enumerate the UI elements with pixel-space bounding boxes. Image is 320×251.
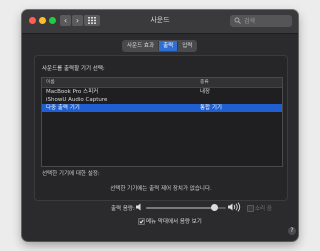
show-volume-in-menubar-label: 메뉴 막대에서 음량 보기: [146, 219, 202, 225]
checkmark-icon: [139, 219, 144, 224]
speaker-high-icon: [228, 202, 241, 212]
volume-slider[interactable]: [146, 204, 226, 211]
search-icon: [234, 17, 241, 24]
device-table[interactable]: 이름 종류 MacBook Pro 스피커 내장 iShowU Audio Ca…: [41, 77, 283, 167]
device-name: 다중 출력 기기: [46, 105, 80, 111]
tab-output[interactable]: 출력: [158, 41, 178, 51]
sound-preferences-window: ‹ › 사운드 사운드 효과 출력 입력: [22, 10, 298, 241]
device-type: 통합 기기: [200, 105, 222, 111]
column-header-name[interactable]: 이름: [46, 78, 55, 87]
help-button[interactable]: ?: [288, 227, 296, 235]
device-name: iShowU Audio Capture: [46, 97, 108, 103]
mute-checkbox[interactable]: [247, 205, 254, 212]
output-volume-label: 출력 음량:: [111, 206, 135, 212]
volume-slider-fill: [146, 207, 214, 209]
search-input[interactable]: [244, 15, 288, 27]
section-label: 사운드를 출력할 기기 선택:: [42, 66, 105, 72]
device-type: 내장: [200, 89, 211, 95]
column-header-type[interactable]: 종류: [200, 78, 209, 87]
mute-label: 소리 끔: [255, 206, 272, 212]
speaker-low-icon: [136, 203, 141, 211]
table-row-selected[interactable]: 다중 출력 기기 통합 기기: [42, 104, 282, 112]
volume-slider-knob[interactable]: [210, 204, 218, 211]
tab-sound-effects[interactable]: 사운드 효과: [123, 41, 159, 51]
table-row[interactable]: iShowU Audio Capture: [42, 96, 282, 104]
show-volume-in-menubar-checkbox[interactable]: [138, 218, 145, 225]
question-mark-icon: ?: [290, 227, 294, 234]
device-name: MacBook Pro 스피커: [46, 89, 99, 95]
tab-bar: 사운드 효과 출력 입력: [122, 40, 198, 52]
search-field[interactable]: [230, 15, 292, 27]
tab-input[interactable]: 입력: [177, 41, 197, 51]
output-panel: 사운드를 출력할 기기 선택: 이름 종류 MacBook Pro 스피커 내장…: [34, 55, 296, 235]
title-bar: ‹ › 사운드: [22, 10, 298, 34]
table-row[interactable]: MacBook Pro 스피커 내장: [42, 88, 282, 96]
settings-label: 선택한 기기에 대한 설정:: [42, 171, 100, 177]
table-header: 이름 종류: [42, 78, 282, 88]
no-controls-message: 선택한 기기에는 출력 제어 장치가 없습니다.: [110, 186, 212, 192]
